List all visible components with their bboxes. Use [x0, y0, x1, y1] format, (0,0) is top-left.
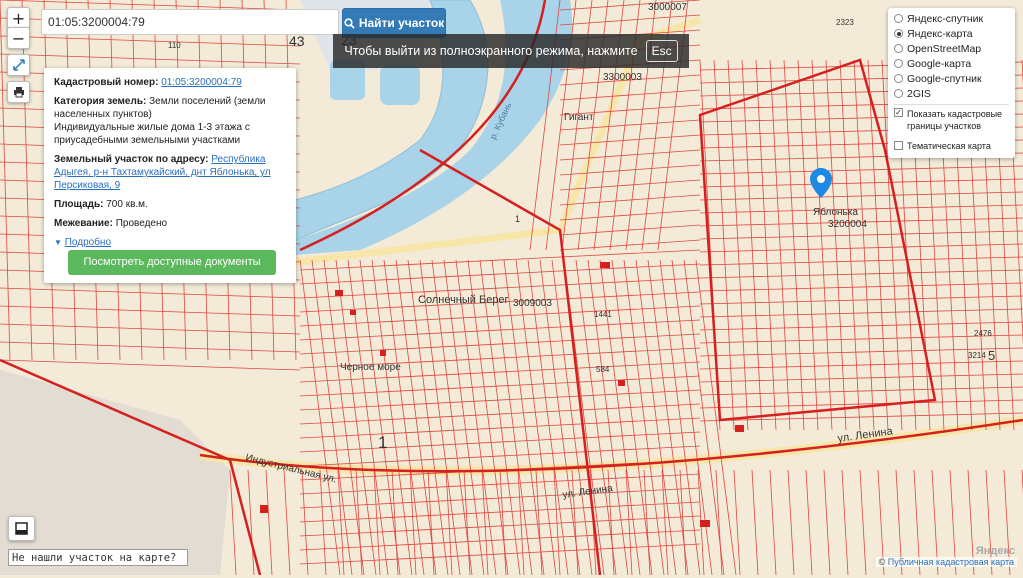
- radio-icon: [894, 89, 903, 98]
- location-pin-icon[interactable]: [810, 168, 832, 198]
- radio-selected-icon: [894, 29, 903, 38]
- layer-option[interactable]: Яндекс-спутник: [894, 11, 1009, 26]
- map-label: 3300003: [603, 72, 642, 83]
- attribution-link[interactable]: Публичная кадастровая карта: [888, 557, 1014, 567]
- layer-option-label: OpenStreetMap: [907, 42, 982, 55]
- zoom-out-label: −: [11, 28, 26, 48]
- search-icon: [344, 17, 355, 29]
- map-label: Гигант: [564, 112, 594, 123]
- land-category-label: Категория земель:: [54, 96, 147, 107]
- parcel-not-found-button[interactable]: Не нашли участок на карте?: [8, 549, 188, 566]
- view-documents-label: Посмотреть доступные документы: [83, 256, 261, 268]
- zoom-in-label: +: [11, 8, 26, 28]
- layers-divider: [894, 104, 1009, 105]
- radio-icon: [894, 74, 903, 83]
- layer-option-label: Google-спутник: [907, 72, 982, 85]
- layer-option-label: Яндекс-карта: [907, 27, 973, 40]
- land-category-row: Категория земель: Земли поселений (земли…: [54, 95, 286, 147]
- land-use-value: Индивидуальные жилые дома 1-3 этажа с пр…: [54, 122, 250, 146]
- zoom-out-button[interactable]: −: [7, 27, 30, 49]
- cadastral-number-link[interactable]: 01:05:3200004:79: [161, 77, 242, 88]
- map-label: Яблонька: [813, 206, 858, 218]
- fullscreen-icon: [12, 59, 25, 71]
- address-row: Земельный участок по адресу: Республика …: [54, 153, 286, 192]
- address-label: Земельный участок по адресу:: [54, 154, 209, 165]
- panel-icon: [15, 522, 28, 535]
- fullscreen-exit-hint: Чтобы выйти из полноэкранного режима, на…: [333, 34, 689, 68]
- more-details-link[interactable]: Подробно: [65, 237, 111, 248]
- survey-value: Проведено: [115, 218, 168, 229]
- parcel-not-found-label: Не нашли участок на карте?: [12, 551, 177, 564]
- area-label: Площадь:: [54, 199, 104, 210]
- caret-down-icon: ▼: [54, 238, 62, 247]
- layer-option-label: Яндекс-спутник: [907, 12, 984, 25]
- layer-option[interactable]: Google-карта: [894, 56, 1009, 71]
- show-cadastral-checkbox[interactable]: ✓ Показать кадастровые границы участков: [894, 108, 1009, 134]
- fullscreen-hint-text: Чтобы выйти из полноэкранного режима, на…: [344, 44, 638, 58]
- fullscreen-button[interactable]: [7, 54, 30, 76]
- cadastral-number-row: Кадастровый номер: 01:05:3200004:79: [54, 76, 286, 89]
- radio-icon: [894, 59, 903, 68]
- map-label: 1: [515, 214, 520, 224]
- layer-option-label: 2GIS: [907, 87, 931, 100]
- view-documents-button[interactable]: Посмотреть доступные документы: [68, 250, 276, 275]
- map-label: 3214: [968, 351, 986, 360]
- zoom-in-button[interactable]: +: [7, 7, 30, 29]
- survey-label: Межевание:: [54, 218, 113, 229]
- map-label: Солнечный Берег: [418, 294, 509, 306]
- map-label: 3009003: [513, 298, 552, 309]
- map-layers-panel: Яндекс-спутник Яндекс-карта OpenStreetMap G…: [888, 8, 1015, 158]
- map-label: 3000007: [648, 2, 687, 13]
- layer-option[interactable]: 2GIS: [894, 86, 1009, 101]
- map-attribution: © Публичная кадастровая карта: [875, 557, 1017, 567]
- map-label: 3200004: [828, 219, 867, 230]
- find-parcel-label: Найти участок: [358, 16, 445, 30]
- show-cadastral-label: Показать кадастровые границы участков: [907, 109, 1003, 131]
- map-label: 1: [378, 433, 387, 452]
- thematic-map-label: Тематическая карта: [907, 140, 991, 151]
- esc-key-badge: Esc: [645, 40, 678, 62]
- survey-row: Межевание: Проведено: [54, 217, 286, 230]
- area-row: Площадь: 700 кв.м.: [54, 198, 286, 211]
- layer-option[interactable]: Google-спутник: [894, 71, 1009, 86]
- checkbox-empty-icon: [894, 141, 903, 150]
- layers-toggle-button[interactable]: [8, 516, 35, 541]
- area-value: 700 кв.м.: [106, 199, 148, 210]
- print-icon: [13, 87, 24, 98]
- radio-icon: [894, 14, 903, 23]
- layer-option-label: Google-карта: [907, 57, 972, 70]
- print-button[interactable]: [7, 81, 30, 103]
- thematic-map-checkbox[interactable]: Тематическая карта: [894, 138, 1009, 153]
- more-details-row: ▼ Подробно: [54, 236, 286, 249]
- layer-option[interactable]: OpenStreetMap: [894, 41, 1009, 56]
- parcel-info-panel: Кадастровый номер: 01:05:3200004:79 Кате…: [44, 68, 296, 283]
- checkbox-checked-icon: ✓: [894, 108, 903, 117]
- attribution-prefix: ©: [878, 557, 886, 567]
- cadastral-number-label: Кадастровый номер:: [54, 77, 159, 88]
- map-label: 43: [289, 33, 305, 49]
- cadastral-search-input[interactable]: [41, 9, 339, 35]
- map-label: 2476: [974, 329, 992, 338]
- map-label: 2323: [836, 18, 854, 27]
- map-label: 1441: [594, 310, 612, 319]
- yandex-watermark: Яндекс: [975, 545, 1015, 557]
- map-label: 584: [596, 365, 610, 374]
- map-label: 110: [168, 41, 181, 50]
- map-label: Черное море: [340, 362, 401, 373]
- radio-icon: [894, 44, 903, 53]
- map-label: 5: [988, 348, 995, 363]
- layer-option[interactable]: Яндекс-карта: [894, 26, 1009, 41]
